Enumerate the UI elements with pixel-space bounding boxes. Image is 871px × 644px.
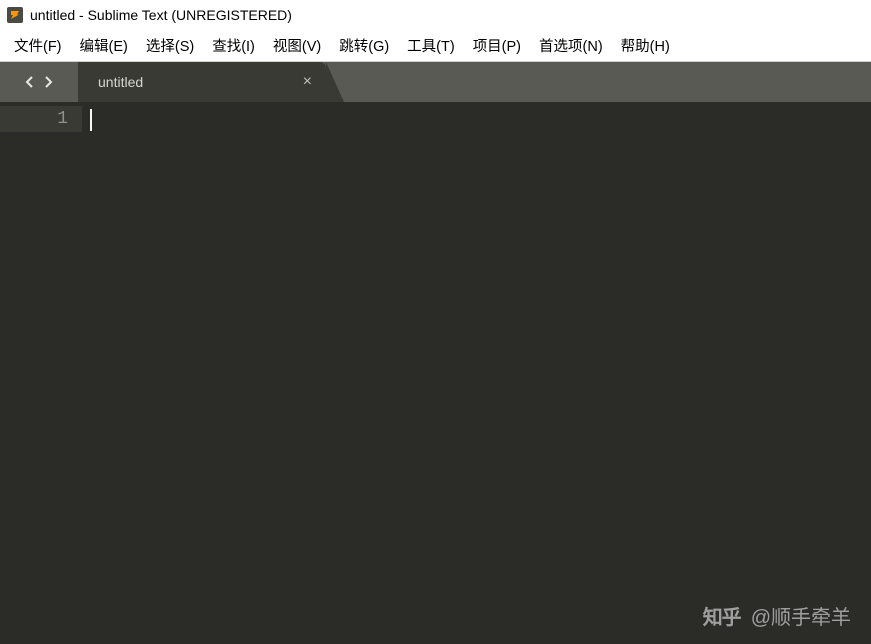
tab-bar: untitled ×	[0, 62, 871, 102]
editor-line	[82, 106, 871, 134]
menu-edit[interactable]: 编辑(E)	[72, 32, 136, 59]
close-icon[interactable]: ×	[303, 74, 326, 90]
menu-bar: 文件(F) 编辑(E) 选择(S) 查找(I) 视图(V) 跳转(G) 工具(T…	[0, 30, 871, 62]
tab-active[interactable]: untitled ×	[78, 62, 326, 102]
tab-nav	[0, 62, 78, 102]
menu-help[interactable]: 帮助(H)	[613, 32, 678, 59]
menu-tools[interactable]: 工具(T)	[399, 32, 463, 59]
gutter: 1	[0, 102, 82, 644]
code-area[interactable]	[82, 102, 871, 644]
window-title: untitled - Sublime Text (UNREGISTERED)	[30, 7, 292, 23]
menu-file[interactable]: 文件(F)	[6, 32, 70, 59]
line-number: 1	[0, 106, 82, 132]
menu-preferences[interactable]: 首选项(N)	[531, 32, 611, 59]
menu-find[interactable]: 查找(I)	[204, 32, 263, 59]
menu-view[interactable]: 视图(V)	[265, 32, 329, 59]
editor: 1	[0, 102, 871, 644]
app-icon	[6, 6, 24, 24]
menu-project[interactable]: 项目(P)	[465, 32, 529, 59]
text-cursor	[90, 109, 92, 131]
tab-title: untitled	[98, 74, 303, 90]
tab-next-icon[interactable]	[41, 75, 55, 89]
menu-select[interactable]: 选择(S)	[138, 32, 202, 59]
window-titlebar: untitled - Sublime Text (UNREGISTERED)	[0, 0, 871, 30]
menu-goto[interactable]: 跳转(G)	[331, 32, 397, 59]
tab-prev-icon[interactable]	[23, 75, 37, 89]
